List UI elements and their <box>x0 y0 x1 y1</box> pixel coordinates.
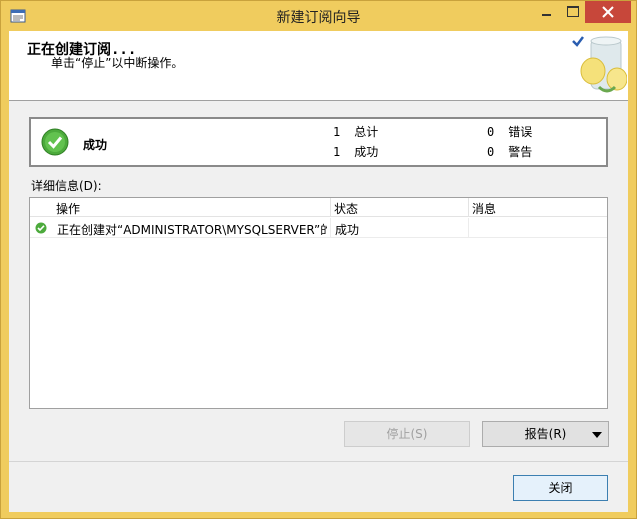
summary-panel: 成功 1 总计 1 成功 0 错误 0 警告 <box>29 117 608 167</box>
report-button-label: 报告(R) <box>524 427 567 441</box>
column-divider[interactable] <box>468 198 469 217</box>
summary-status: 成功 <box>83 138 108 152</box>
minimize-button[interactable] <box>533 1 559 23</box>
details-label: 详细信息(D): <box>31 179 102 193</box>
wizard-content: 正在创建订阅... 单击“停止”以中断操作。 成功 1 总计 1 成功 0 错误… <box>9 31 628 512</box>
cell-action: 正在创建对“ADMINISTRATOR\MYSQLSERVER”的... <box>57 223 327 237</box>
stat-success: 1 成功 <box>333 143 378 160</box>
table-row[interactable]: 正在创建对“ADMINISTRATOR\MYSQLSERVER”的... 成功 <box>30 218 607 238</box>
column-header-message[interactable]: 消息 <box>472 200 496 217</box>
stat-total-label: 总计 <box>354 125 379 139</box>
wizard-window: 新建订阅向导 正在创建订阅... 单击“停止”以中断操作。 成功 1 总计 1 … <box>0 0 637 519</box>
stat-success-count: 1 <box>333 145 341 159</box>
maximize-button[interactable] <box>559 1 585 23</box>
title-bar[interactable]: 新建订阅向导 <box>1 1 636 31</box>
footer-divider <box>9 461 628 462</box>
column-header-status[interactable]: 状态 <box>334 200 358 217</box>
stat-error: 0 错误 <box>487 123 532 140</box>
cell-divider <box>330 218 331 238</box>
stat-warning: 0 警告 <box>487 143 532 160</box>
database-check-icon <box>569 35 628 99</box>
stop-button[interactable]: 停止(S) <box>344 421 470 447</box>
success-check-icon <box>41 128 69 156</box>
stat-error-count: 0 <box>487 125 495 139</box>
column-divider[interactable] <box>330 198 331 217</box>
stat-total-count: 1 <box>333 125 341 139</box>
page-subtitle: 单击“停止”以中断操作。 <box>51 56 184 70</box>
stat-warning-count: 0 <box>487 145 495 159</box>
chevron-down-icon <box>592 432 602 438</box>
close-window-button[interactable] <box>585 1 631 23</box>
grid-header: 操作 状态 消息 <box>30 198 607 217</box>
stat-error-label: 错误 <box>508 125 533 139</box>
success-check-icon <box>35 222 47 234</box>
cell-divider <box>468 218 469 238</box>
stat-success-label: 成功 <box>354 145 379 159</box>
stat-total: 1 总计 <box>333 123 378 140</box>
report-button[interactable]: 报告(R) <box>482 421 609 447</box>
wizard-header: 正在创建订阅... 单击“停止”以中断操作。 <box>9 31 628 101</box>
details-grid[interactable]: 操作 状态 消息 正在创建对“ADMINISTRATOR\MYSQLSERVER… <box>29 197 608 409</box>
stat-warning-label: 警告 <box>508 145 533 159</box>
cell-status: 成功 <box>335 223 360 237</box>
column-header-action[interactable]: 操作 <box>56 200 80 217</box>
close-button[interactable]: 关闭 <box>513 475 608 501</box>
